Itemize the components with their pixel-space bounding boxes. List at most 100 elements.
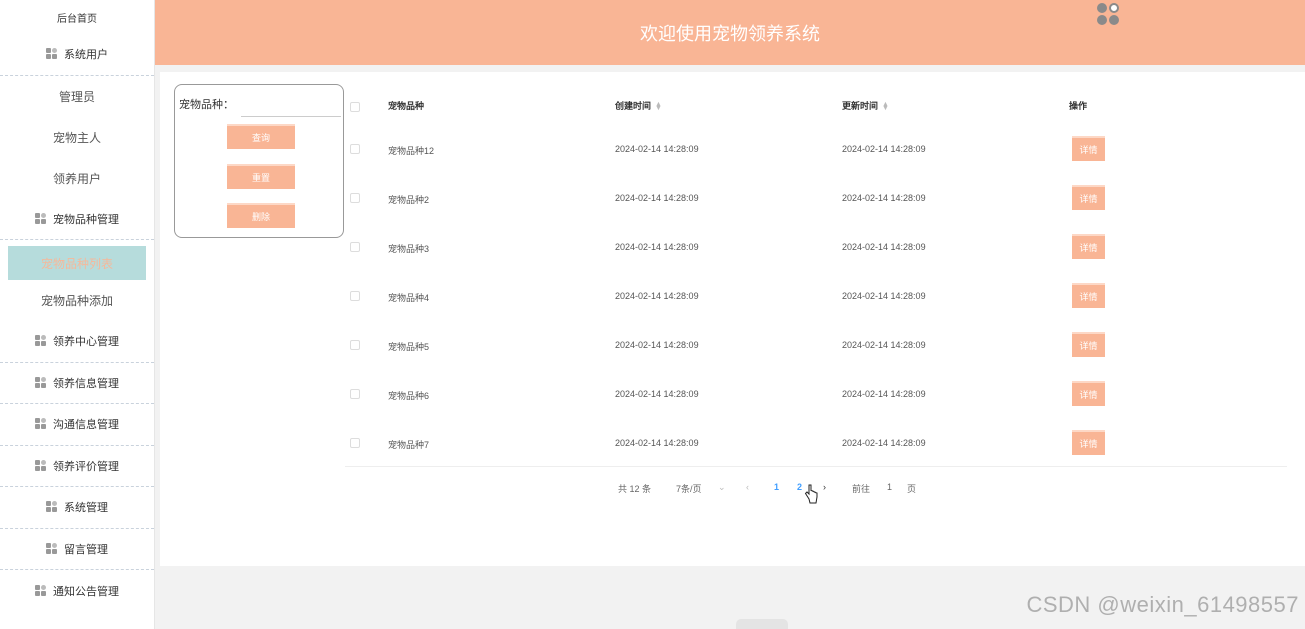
detail-button[interactable]: 详情 [1072,185,1105,210]
table-header: 宠物品种 创建时间 ▲ ▼ 更新时间 ▲ ▼ 操作 [345,82,1287,124]
sidebar-group-adoption-center[interactable]: 领养中心管理 [0,321,154,363]
sidebar-group-label: 宠物品种管理 [53,213,119,226]
cell-breed: 宠物品种3 [388,244,430,254]
column-header-actions: 操作 [1069,101,1088,111]
sidebar-item-admin[interactable]: 管理员 [0,76,154,117]
sidebar-group-system-users[interactable]: 系统用户 [0,34,154,76]
sidebar-item-adopter[interactable]: 领养用户 [0,158,154,199]
cell-created: 2024-02-14 14:28:09 [615,438,699,448]
next-page-icon[interactable]: › [823,482,826,492]
select-all-checkbox[interactable] [350,102,360,112]
delete-button[interactable]: 删除 [227,203,295,228]
bottom-scroll-handle[interactable] [736,619,788,629]
table-row: 宠物品种6 2024-02-14 14:28:09 2024-02-14 14:… [345,369,1287,418]
row-checkbox[interactable] [350,291,360,301]
column-header-breed: 宠物品种 [388,101,425,111]
sidebar-group-communication[interactable]: 沟通信息管理 [0,404,154,446]
column-header-updated[interactable]: 更新时间 ▲ ▼ [842,99,889,112]
page-size-select[interactable]: 7条/页 [676,482,702,495]
detail-button[interactable]: 详情 [1072,283,1105,308]
sidebar-item-pet-owner[interactable]: 宠物主人 [0,117,154,158]
menu-grid-icon [35,418,47,430]
menu-grid-icon [35,376,47,389]
cell-updated: 2024-02-14 14:28:09 [842,193,926,203]
goto-label: 前往 [852,484,871,494]
reset-button[interactable]: 重置 [227,164,295,189]
menu-grid-icon [35,459,47,472]
detail-button[interactable]: 详情 [1072,430,1105,455]
sidebar-group-label: 系统用户 [64,49,108,62]
sidebar-group-label: 领养评价管理 [53,460,119,473]
cell-breed: 宠物品种6 [388,391,430,401]
menu-grid-icon [46,542,58,555]
sort-icon[interactable]: ▲ ▼ [655,101,662,112]
table-row: 宠物品种4 2024-02-14 14:28:09 2024-02-14 14:… [345,271,1287,320]
sidebar-group-messages[interactable]: 留言管理 [0,529,154,570]
sidebar-group-label: 通知公告管理 [53,585,119,598]
cell-breed: 宠物品种2 [388,195,430,205]
table-row: 宠物品种3 2024-02-14 14:28:09 2024-02-14 14:… [345,222,1287,271]
table-row: 宠物品种7 2024-02-14 14:28:09 2024-02-14 14:… [345,418,1287,467]
sidebar-group-adoption-info[interactable]: 领养信息管理 [0,363,154,404]
pagination-total: 共 12 条 [618,484,652,494]
table-row: 宠物品种12 2024-02-14 14:28:09 2024-02-14 14… [345,124,1287,173]
watermark: CSDN @weixin_61498557 [1026,592,1299,617]
page-number-1[interactable]: 1 [774,482,779,492]
page-title: 欢迎使用宠物领养系统 [640,24,820,44]
row-checkbox[interactable] [350,242,360,252]
hand-cursor-icon [804,484,818,504]
sidebar-group-label: 系统管理 [64,502,108,515]
sort-icon[interactable]: ▲ ▼ [882,101,889,112]
sidebar-item-breed-list[interactable]: 宠物品种列表 [8,246,146,280]
search-panel: 宠物品种： 查询 重置 删除 [174,84,344,238]
cell-created: 2024-02-14 14:28:09 [615,242,699,252]
sidebar-group-label: 领养信息管理 [53,377,119,390]
sidebar-home-link[interactable]: 后台首页 [0,0,154,34]
detail-button[interactable]: 详情 [1072,136,1105,161]
breed-table: 宠物品种 创建时间 ▲ ▼ 更新时间 ▲ ▼ 操作 宠物品种12 2024-02-14 … [345,82,1287,467]
sidebar-item-breed-add[interactable]: 宠物品种添加 [0,280,154,321]
page-number-2[interactable]: 2 [797,482,802,492]
column-header-created[interactable]: 创建时间 ▲ ▼ [615,99,662,112]
cell-breed: 宠物品种4 [388,293,430,303]
menu-grid-icon [46,501,58,513]
sidebar-group-pet-breed[interactable]: 宠物品种管理 [0,199,154,240]
cell-created: 2024-02-14 14:28:09 [615,389,699,399]
cell-created: 2024-02-14 14:28:09 [615,340,699,350]
chevron-down-icon[interactable]: ⌄ [718,482,726,493]
cell-updated: 2024-02-14 14:28:09 [842,340,926,350]
cell-updated: 2024-02-14 14:28:09 [842,291,926,301]
prev-page-icon[interactable]: ‹ [746,482,749,492]
sidebar-group-notices[interactable]: 通知公告管理 [0,570,154,612]
table-row: 宠物品种2 2024-02-14 14:28:09 2024-02-14 14:… [345,173,1287,222]
sidebar-group-system[interactable]: 系统管理 [0,487,154,529]
menu-grid-icon [46,48,58,60]
row-checkbox[interactable] [350,389,360,399]
search-breed-input[interactable] [241,93,341,117]
sidebar-group-adoption-review[interactable]: 领养评价管理 [0,446,154,487]
cell-breed: 宠物品种7 [388,440,430,450]
top-header: 欢迎使用宠物领养系统 [155,0,1305,65]
goto-page-input[interactable]: 1 [887,482,892,492]
cell-breed: 宠物品种12 [388,146,435,156]
cell-created: 2024-02-14 14:28:09 [615,193,699,203]
row-checkbox[interactable] [350,144,360,154]
menu-grid-icon [35,335,47,347]
user-avatar-icon[interactable] [1096,2,1120,26]
sidebar: 后台首页 系统用户 管理员 宠物主人 领养用户 宠物品种管理 宠物品种列表 宠物… [0,0,155,629]
main-content: 宠物品种： 查询 重置 删除 宠物品种 创建时间 ▲ ▼ 更新时间 ▲ ▼ 操作 宠物品… [160,72,1305,566]
detail-button[interactable]: 详情 [1072,332,1105,357]
goto-unit-label: 页 [907,484,917,494]
row-checkbox[interactable] [350,193,360,203]
row-checkbox[interactable] [350,340,360,350]
row-checkbox[interactable] [350,438,360,448]
detail-button[interactable]: 详情 [1072,381,1105,406]
cell-updated: 2024-02-14 14:28:09 [842,242,926,252]
detail-button[interactable]: 详情 [1072,234,1105,259]
cell-updated: 2024-02-14 14:28:09 [842,144,926,154]
cell-updated: 2024-02-14 14:28:09 [842,389,926,399]
menu-grid-icon [35,212,47,225]
app-root: 后台首页 系统用户 管理员 宠物主人 领养用户 宠物品种管理 宠物品种列表 宠物… [0,0,1305,629]
table-divider [345,466,1287,467]
query-button[interactable]: 查询 [227,124,295,149]
